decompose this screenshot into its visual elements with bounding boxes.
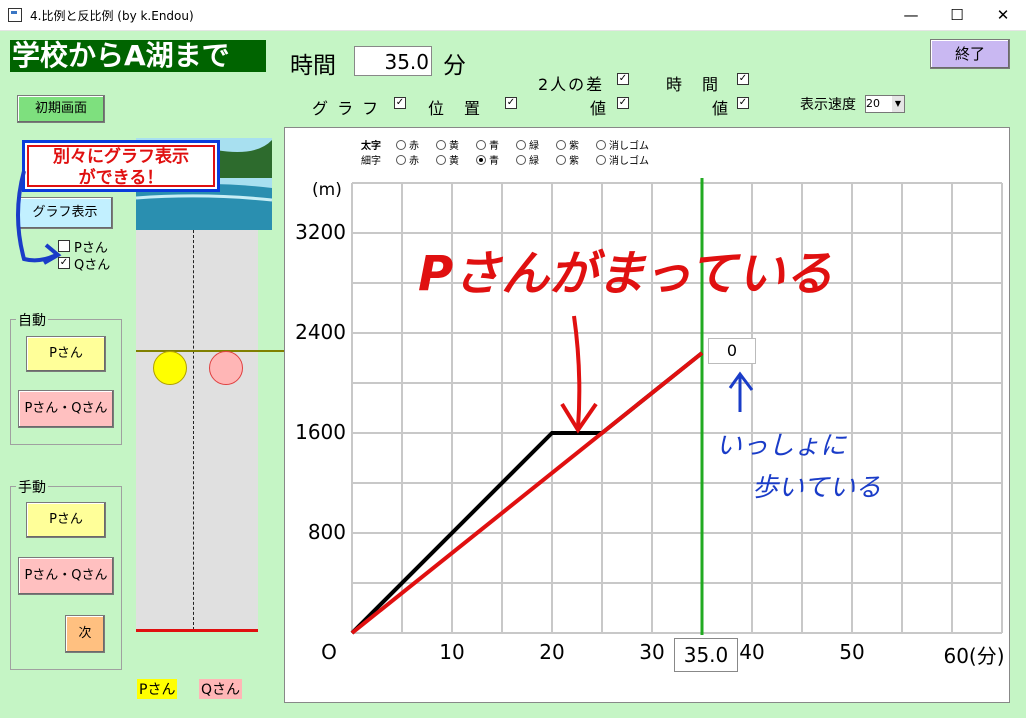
- position-checkbox[interactable]: ✓: [505, 97, 517, 109]
- distance-diff-box: 0: [708, 338, 756, 364]
- y-tick-label: 1600: [295, 420, 346, 444]
- road: [136, 230, 258, 630]
- time-label: 時間: [290, 53, 336, 79]
- maximize-button[interactable]: ☐: [934, 0, 980, 30]
- x-tick-label: 10: [439, 640, 465, 664]
- legend-q: Qさん: [199, 679, 243, 699]
- y-tick-label: 3200: [295, 220, 346, 244]
- legend-p: Pさん: [137, 679, 178, 699]
- diff-label: 2人の差: [538, 75, 605, 94]
- app-icon: [8, 8, 22, 22]
- graph-option-label: グ ラ フ: [312, 99, 381, 118]
- manual-group-label: 手動: [16, 477, 48, 497]
- x-tick-label: 50: [839, 640, 865, 664]
- y-axis-unit: (m): [312, 180, 342, 200]
- blue-up-arrow: [728, 371, 754, 412]
- x-tick-label: 30: [639, 640, 665, 664]
- blue-arrow: [16, 170, 62, 265]
- auto-group-label: 自動: [16, 310, 48, 330]
- walking-annotation-line1: いっしょに: [716, 431, 847, 461]
- close-button[interactable]: ✕: [980, 0, 1026, 30]
- time-unit: 分: [443, 53, 466, 79]
- distance-time-chart: [350, 178, 1003, 635]
- p-person-marker: [153, 351, 187, 385]
- auto-p-button[interactable]: Pさん: [26, 336, 106, 372]
- next-button[interactable]: 次: [65, 615, 105, 653]
- y-tick-label: 800: [307, 520, 346, 544]
- manual-p-button[interactable]: Pさん: [26, 502, 106, 538]
- x-tick-label: 60(分): [943, 644, 1005, 668]
- waiting-annotation: Pさんがまっている: [418, 246, 833, 302]
- speed-label: 表示速度: [800, 97, 856, 113]
- diff-value-checkbox[interactable]: ✓: [617, 97, 629, 109]
- window-title: 4.比例と反比例 (by k.Endou): [30, 9, 194, 23]
- time-value-checkbox[interactable]: ✓: [737, 97, 749, 109]
- diff-checkbox[interactable]: ✓: [617, 73, 629, 85]
- time-checkbox[interactable]: ✓: [737, 73, 749, 85]
- speed-select[interactable]: 20 ▼: [865, 95, 905, 113]
- red-arrow: [560, 315, 598, 434]
- q-distance-line: [350, 351, 704, 635]
- auto-pq-button[interactable]: Pさん・Qさん: [18, 390, 114, 428]
- time-input[interactable]: 35.0: [354, 46, 432, 76]
- minimize-button[interactable]: —: [888, 0, 934, 30]
- x-tick-label: 20: [539, 640, 565, 664]
- q-graph-label: Qさん: [74, 258, 111, 273]
- chevron-down-icon[interactable]: ▼: [892, 96, 904, 112]
- exit-button[interactable]: 終了: [930, 39, 1010, 69]
- manual-pq-button[interactable]: Pさん・Qさん: [18, 557, 114, 595]
- position-option-label: 位 置: [428, 99, 483, 118]
- speed-value: 20: [866, 97, 880, 110]
- graph-checkbox[interactable]: ✓: [394, 97, 406, 109]
- walking-annotation-line2: 歩いている: [752, 473, 882, 503]
- school-line: [136, 629, 258, 632]
- current-time-box: 35.0: [674, 638, 738, 672]
- road-centerline: [193, 230, 194, 630]
- diff-value-label: 値: [590, 99, 609, 118]
- q-person-marker: [209, 351, 243, 385]
- page-title: 学校からA湖まで: [10, 40, 266, 72]
- x-tick-label: O: [321, 640, 337, 664]
- reset-button[interactable]: 初期画面: [17, 95, 105, 123]
- title-bar: 4.比例と反比例 (by k.Endou) — ☐ ✕: [0, 0, 1026, 31]
- y-tick-label: 2400: [295, 320, 346, 344]
- time-option-label: 時 間: [666, 75, 721, 94]
- time-value-label: 値: [712, 99, 731, 118]
